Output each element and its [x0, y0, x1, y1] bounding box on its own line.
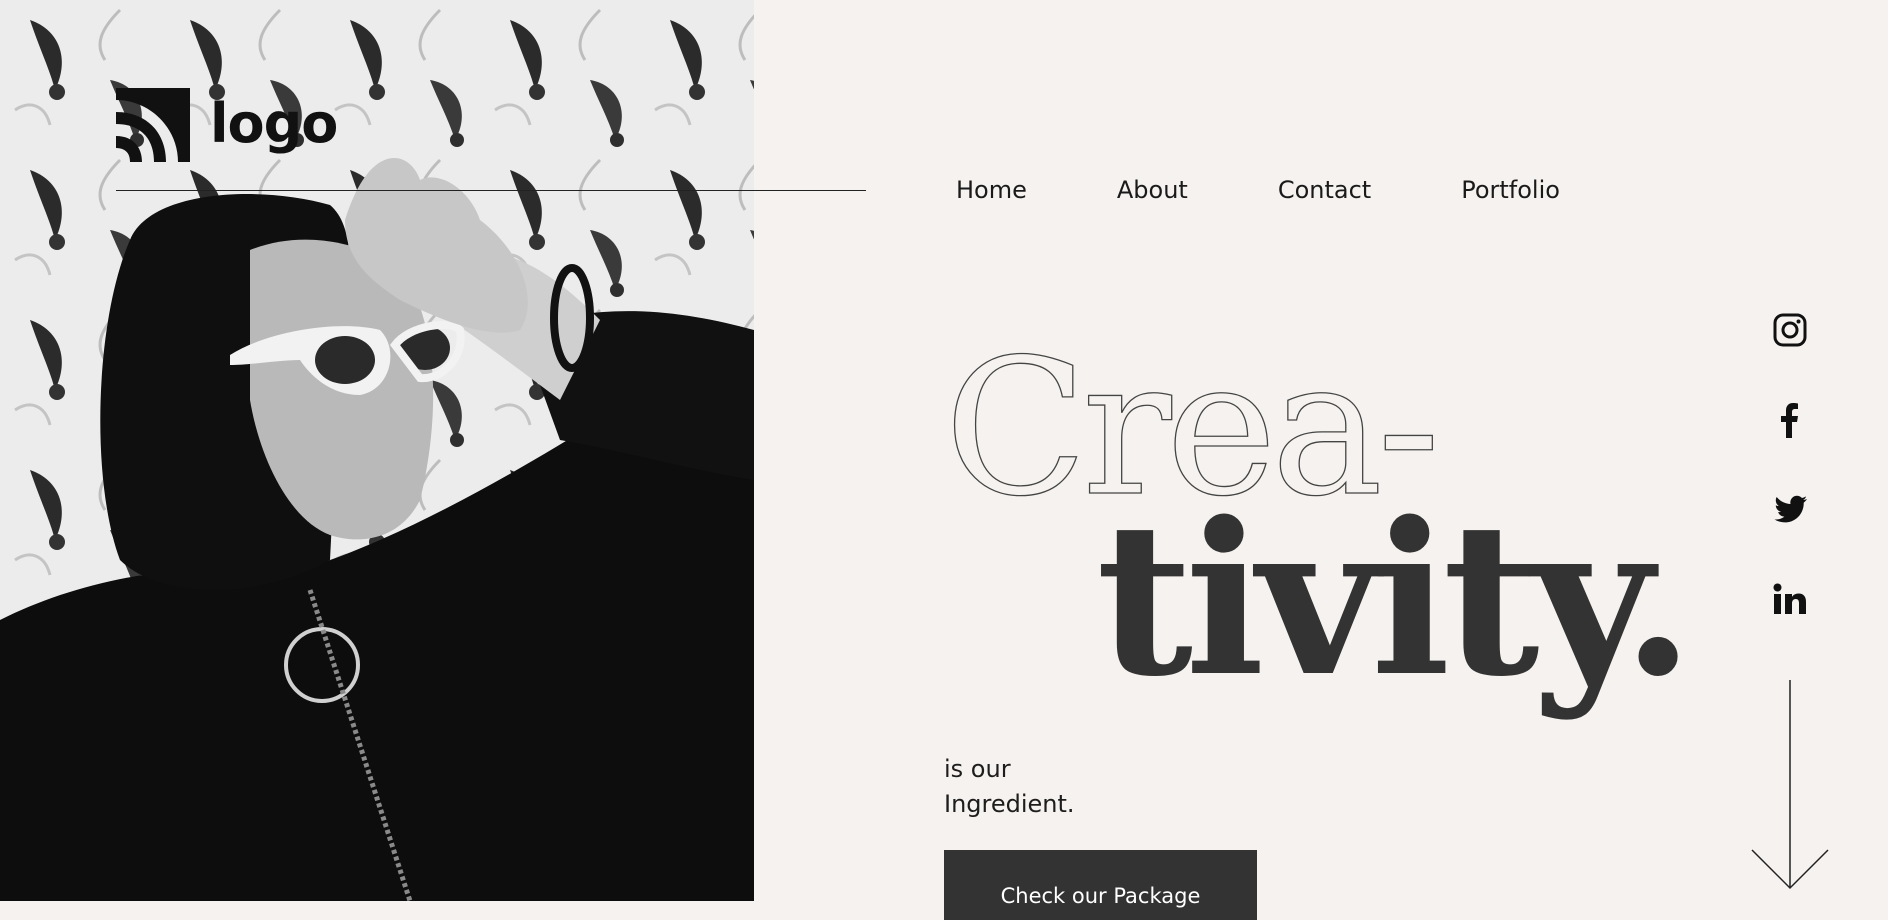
hero-photo — [0, 0, 754, 901]
logo-mark-icon — [116, 88, 190, 162]
facebook-icon[interactable] — [1770, 400, 1810, 440]
headline-solid: tivity. — [1096, 476, 1687, 723]
hero-subtitle: is our Ingredient. — [944, 752, 1075, 822]
instagram-icon[interactable] — [1770, 310, 1810, 350]
social-links — [1770, 310, 1810, 670]
nav-portfolio[interactable]: Portfolio — [1461, 176, 1560, 204]
check-package-button[interactable]: Check our Package — [944, 850, 1257, 920]
main-nav: Home About Contact Portfolio — [956, 176, 1650, 204]
nav-home[interactable]: Home — [956, 176, 1027, 204]
logo-text: logo — [210, 91, 338, 155]
twitter-icon[interactable] — [1770, 490, 1810, 530]
nav-contact[interactable]: Contact — [1278, 176, 1371, 204]
scroll-down-arrow-icon[interactable] — [1750, 680, 1830, 892]
hero-headline: Crea- tivity. — [943, 318, 1704, 738]
nav-about[interactable]: About — [1117, 176, 1188, 204]
woman-in-sunglasses-photo — [0, 0, 754, 901]
subtitle-line-2: Ingredient. — [944, 790, 1075, 818]
subtitle-line-1: is our — [944, 755, 1011, 783]
linkedin-icon[interactable] — [1770, 580, 1810, 620]
brand-logo[interactable]: logo — [116, 88, 338, 162]
header-divider — [116, 190, 866, 191]
